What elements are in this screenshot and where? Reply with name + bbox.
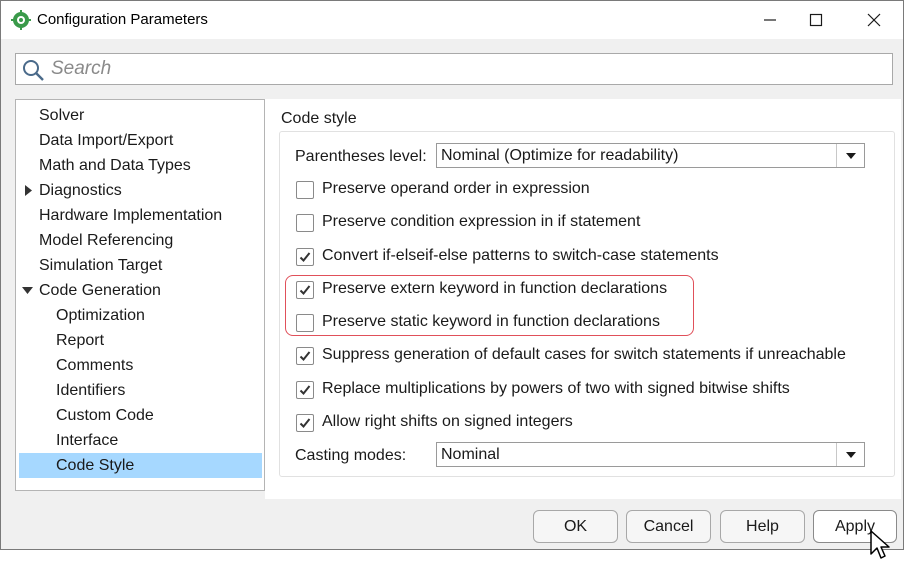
checkbox-label: Allow right shifts on signed integers [322,413,573,430]
ok-button[interactable]: OK [533,510,618,543]
parentheses-level-label: Parentheses level: [295,148,427,165]
checkbox[interactable] [296,414,314,432]
checkbox-label: Preserve static keyword in function decl… [322,313,660,330]
dropdown-arrow[interactable] [836,443,864,466]
tree-item-optimization[interactable]: Optimization [19,303,262,328]
checkmark-icon [299,285,311,295]
checkmark-icon [299,252,311,262]
casting-modes-dropdown[interactable]: Nominal [436,442,865,467]
title-bar: Configuration Parameters [1,1,903,39]
casting-modes-label: Casting modes: [295,447,407,464]
checkbox[interactable] [296,314,314,332]
chevron-down-icon [846,153,856,159]
tree-item-label: Identifiers [56,382,126,399]
checkbox-label: Suppress generation of default cases for… [322,346,846,363]
close-button[interactable] [851,1,897,39]
tree-item-model-referencing[interactable]: Model Referencing [19,228,262,253]
tree-item-label: Model Referencing [39,232,174,249]
search-input[interactable] [49,57,849,81]
mouse-cursor-icon [870,530,890,559]
category-tree[interactable]: Solver Data Import/Export Math and Data … [15,99,265,491]
checkbox[interactable] [296,181,314,199]
search-box[interactable] [15,53,893,85]
app-icon [11,10,31,30]
tree-item-label: Interface [56,432,119,449]
caret-right-icon[interactable] [24,185,33,196]
checkbox-label: Preserve extern keyword in function decl… [322,280,668,297]
checkmark-icon [299,351,311,361]
tree-item-label: Simulation Target [39,257,163,274]
minimize-icon [764,19,776,21]
tree-item-simulation-target[interactable]: Simulation Target [19,253,262,278]
tree-item-label: Data Import/Export [39,132,174,149]
close-icon [867,13,881,27]
tree-item-math-and-data-types[interactable]: Math and Data Types [19,153,262,178]
tree-item-diagnostics[interactable]: Diagnostics [19,178,262,203]
tree-item-comments[interactable]: Comments [19,353,262,378]
casting-modes-value: Nominal [441,446,500,463]
checkbox-label: Preserve operand order in expression [322,180,590,197]
help-button[interactable]: Help [720,510,805,543]
caret-down-icon[interactable] [22,286,33,295]
tree-item-label: Math and Data Types [39,157,191,174]
checkbox-label: Convert if-elseif-else patterns to switc… [322,247,719,264]
tree-item-label: Report [56,332,105,349]
checkbox[interactable] [296,248,314,266]
search-icon [23,60,44,81]
checkbox-label: Preserve condition expression in if stat… [322,213,641,230]
tree-item-code-style[interactable]: Code Style [19,453,262,478]
tree-item-interface[interactable]: Interface [19,428,262,453]
dropdown-arrow[interactable] [836,144,864,167]
section-title: Code style [281,110,357,127]
tree-item-label: Optimization [56,307,145,324]
maximize-icon [809,13,823,27]
tree-item-label: Code Generation [39,282,161,299]
checkmark-icon [299,385,311,395]
checkmark-icon [299,418,311,428]
tree-item-identifiers[interactable]: Identifiers [19,378,262,403]
tree-item-label: Hardware Implementation [39,207,223,224]
maximize-button[interactable] [793,1,839,39]
parentheses-level-value: Nominal (Optimize for readability) [441,147,679,164]
tree-item-solver[interactable]: Solver [19,103,262,128]
parentheses-level-dropdown[interactable]: Nominal (Optimize for readability) [436,143,865,168]
chevron-down-icon [846,452,856,458]
window-title: Configuration Parameters [37,11,208,28]
tree-item-code-generation[interactable]: Code Generation [19,278,262,303]
tree-item-label: Code Style [56,457,135,474]
configuration-parameters-window: Configuration Parameters Solver [0,0,904,550]
checkbox[interactable] [296,214,314,232]
checkbox-label: Replace multiplications by powers of two… [322,380,790,397]
tree-item-label: Solver [39,107,85,124]
tree-item-data-import-export[interactable]: Data Import/Export [19,128,262,153]
tree-item-label: Diagnostics [39,182,122,199]
tree-item-label: Custom Code [56,407,154,424]
tree-item-report[interactable]: Report [19,328,262,353]
tree-item-custom-code[interactable]: Custom Code [19,403,262,428]
cancel-button[interactable]: Cancel [626,510,711,543]
tree-item-hardware-implementation[interactable]: Hardware Implementation [19,203,262,228]
tree-item-label: Comments [56,357,134,374]
checkbox[interactable] [296,347,314,365]
minimize-button[interactable] [747,1,793,39]
checkbox[interactable] [296,381,314,399]
checkbox[interactable] [296,281,314,299]
